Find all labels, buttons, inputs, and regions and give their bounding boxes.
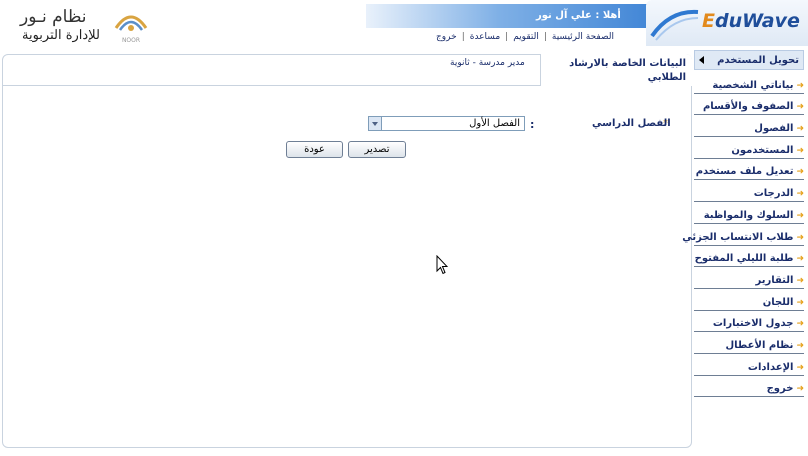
back-button[interactable]: عودة <box>286 141 343 158</box>
arrow-bullet-icon: ➜ <box>796 340 804 351</box>
sidebar-item-classes-sections[interactable]: ➜ الصفوف والأقسام <box>694 94 804 116</box>
logo-caption: NOOR <box>122 37 140 44</box>
menu-calendar-link[interactable]: التقويم <box>513 32 539 42</box>
sidebar-item-label: اللجان <box>762 296 794 308</box>
sidebar-item-night-students[interactable]: ➜ طلبة الليلي المفتوح <box>694 246 804 268</box>
arrow-bullet-icon: ➜ <box>796 275 804 286</box>
arrow-bullet-icon: ➜ <box>796 210 804 221</box>
sidebar-item-faults[interactable]: ➜ نظام الأعطال <box>694 332 804 354</box>
semester-label: الفصل الدراسي <box>592 118 671 129</box>
sidebar-item-label: التقارير <box>755 274 794 286</box>
sidebar-item-edit-user[interactable]: ➜ تعديل ملف مستخدم <box>694 159 804 181</box>
arrow-bullet-icon: ➜ <box>796 124 804 135</box>
sidebar-item-partial-students[interactable]: ➜ طلاب الانتساب الجزئي <box>682 224 804 246</box>
eduwave-brand: duWave <box>714 10 800 32</box>
greeting-text: أهلا : علي آل نور <box>536 10 621 21</box>
sidebar-item-label: بياناتي الشخصية <box>712 79 794 91</box>
arrow-bullet-icon: ➜ <box>796 102 804 113</box>
arrow-bullet-icon: ➜ <box>796 80 804 91</box>
semester-select-value: الفصل الأول <box>469 118 520 129</box>
eduwave-initial: E <box>702 10 715 32</box>
sidebar-item-exam-schedule[interactable]: ➜ جدول الاختبارات <box>694 311 804 333</box>
sidebar-item-label: خروج <box>766 383 794 395</box>
sidebar-item-classrooms[interactable]: ➜ الفصول <box>694 115 804 138</box>
sidebar-item-label: الإعدادات <box>747 361 794 373</box>
sidebar-item-behavior[interactable]: ➜ السلوك والمواظبة <box>694 202 804 224</box>
content-panel <box>2 54 692 448</box>
export-button[interactable]: تصدير <box>348 141 406 158</box>
noor-logo-icon: NOOR <box>114 15 148 44</box>
sidebar-item-label: جدول الاختبارات <box>712 318 794 330</box>
menu-home-link[interactable]: الصفحة الرئيسية <box>552 32 614 42</box>
semester-form-row: * الفصل الدراسي : الفصل الأول <box>300 116 680 134</box>
mouse-cursor-icon <box>436 255 448 275</box>
arrow-bullet-icon: ➜ <box>796 384 804 395</box>
sidebar-item-label: تعديل ملف مستخدم <box>695 166 794 178</box>
menu-help-link[interactable]: مساعدة <box>470 32 500 42</box>
sidebar-item-label: الفصول <box>754 123 794 135</box>
collapse-arrow-icon[interactable] <box>699 56 704 64</box>
arrow-bullet-icon: ➜ <box>796 254 804 265</box>
sidebar-item-committees[interactable]: ➜ اللجان <box>694 289 804 311</box>
sidebar-item-label: الدرجات <box>753 188 794 200</box>
header: نظام نـور للإدارة التربوية NOOR أهلا : ع… <box>0 0 808 50</box>
sidebar-item-label: طلاب الانتساب الجزئي <box>682 231 794 243</box>
arrow-bullet-icon: ➜ <box>796 232 804 243</box>
eduwave-swoosh-icon <box>650 9 699 41</box>
switch-user-label: تحويل المستخدم <box>717 54 799 66</box>
system-name: نظام نـور <box>20 7 87 27</box>
eduwave-logo: EduWave <box>702 10 800 32</box>
sidebar-item-settings[interactable]: ➜ الإعدادات <box>694 354 804 376</box>
sidebar-menu: ➜ بياناتي الشخصية ➜ الصفوف والأقسام ➜ الفصو… <box>682 72 804 398</box>
chevron-down-icon[interactable] <box>369 117 382 130</box>
noor-branding: نظام نـور للإدارة التربوية NOOR <box>6 4 156 46</box>
semester-select[interactable]: الفصل الأول <box>368 116 525 131</box>
page-title: البيانات الخاصة بالارشاد الطلابي <box>540 54 692 86</box>
sidebar-item-label: نظام الأعطال <box>725 339 794 351</box>
arrow-bullet-icon: ➜ <box>796 297 804 308</box>
tab-divider <box>2 85 540 86</box>
sidebar-item-reports[interactable]: ➜ التقارير <box>694 267 804 289</box>
role-label: مدير مدرسة - ثانوية <box>450 58 525 68</box>
top-menu: الصفحة الرئيسية|التقويم|مساعدة|خروج <box>436 32 614 42</box>
sidebar-item-users[interactable]: ➜ المستخدمون <box>694 137 804 159</box>
field-colon: : <box>530 118 535 131</box>
sidebar-item-logout[interactable]: ➜ خروج <box>694 376 804 398</box>
arrow-bullet-icon: ➜ <box>796 189 804 200</box>
system-subtitle: للإدارة التربوية <box>22 28 100 43</box>
sidebar-item-profile[interactable]: ➜ بياناتي الشخصية <box>694 72 804 94</box>
content-header: البيانات الخاصة بالارشاد الطلابي مدير مد… <box>2 54 692 86</box>
arrow-bullet-icon: ➜ <box>796 167 804 178</box>
sidebar-item-label: طلبة الليلي المفتوح <box>694 253 794 265</box>
arrow-bullet-icon: ➜ <box>796 319 804 330</box>
switch-user-header[interactable]: تحويل المستخدم <box>694 50 804 70</box>
sidebar-item-label: الصفوف والأقسام <box>702 101 794 113</box>
sidebar-item-label: المستخدمون <box>731 144 794 156</box>
sidebar: تحويل المستخدم ➜ بياناتي الشخصية ➜ الصفوف … <box>682 50 804 400</box>
sidebar-item-grades[interactable]: ➜ الدرجات <box>694 180 804 203</box>
sidebar-item-label: السلوك والمواظبة <box>703 209 794 221</box>
arrow-bullet-icon: ➜ <box>796 362 804 373</box>
arrow-bullet-icon: ➜ <box>796 145 804 156</box>
menu-logout-link[interactable]: خروج <box>436 32 457 42</box>
